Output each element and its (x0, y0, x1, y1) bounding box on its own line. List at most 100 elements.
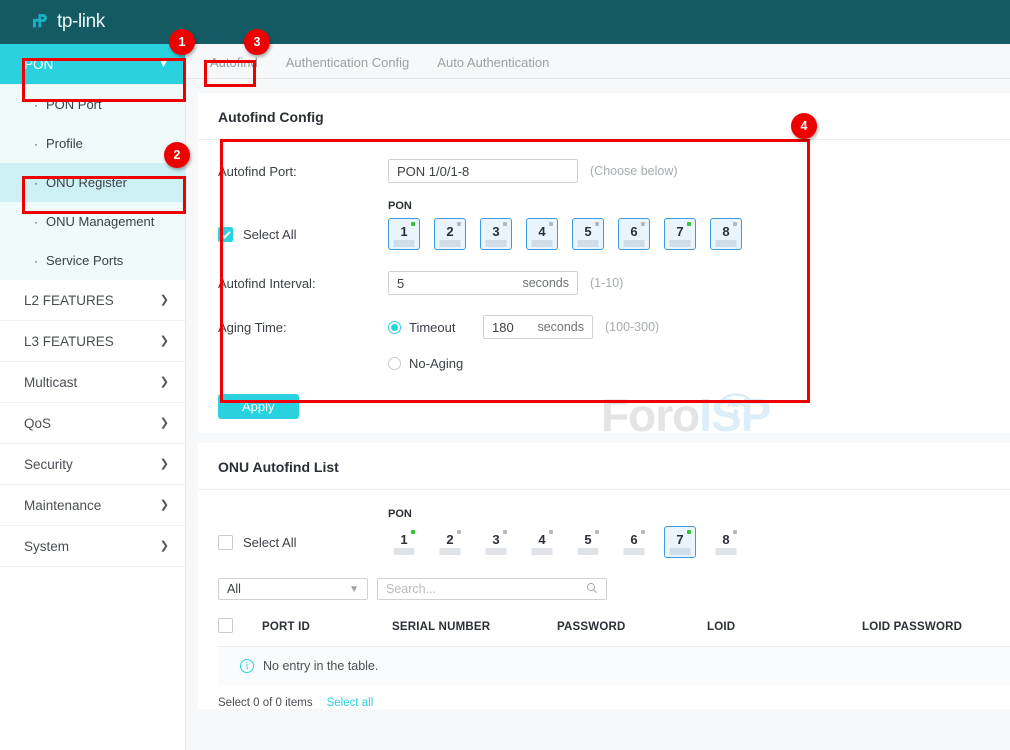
port-number: 5 (584, 224, 591, 239)
list-port-button-6[interactable]: 6 (618, 526, 650, 558)
port-button-7[interactable]: 7 (664, 218, 696, 250)
port-status-dot-icon (595, 222, 599, 226)
column-loid-password[interactable]: LOID PASSWORD (862, 608, 1010, 647)
sidebar-item-security[interactable]: Security ❯ (0, 444, 185, 485)
panel-title-autofind-config: Autofind Config (198, 93, 1010, 139)
port-status-dot-icon (503, 222, 507, 226)
port-number: 8 (722, 224, 729, 239)
list-port-button-4[interactable]: 4 (526, 526, 558, 558)
port-number: 6 (630, 532, 637, 547)
apply-button[interactable]: Apply (218, 394, 299, 419)
sidebar-item-multicast[interactable]: Multicast ❯ (0, 362, 185, 403)
port-button-2[interactable]: 2 (434, 218, 466, 250)
sidebar-item-maintenance[interactable]: Maintenance ❯ (0, 485, 185, 526)
chevron-right-icon: ❯ (160, 500, 169, 511)
column-loid[interactable]: LOID (707, 608, 862, 647)
config-select-all[interactable]: Select All (218, 227, 388, 250)
aging-timeout-unit: seconds (537, 320, 584, 334)
timeout-radio[interactable] (388, 321, 401, 334)
autofind-port-input[interactable]: PON 1/0/1-8 (388, 159, 578, 183)
list-select-all[interactable]: Select All (218, 535, 388, 558)
search-input[interactable]: Search... (377, 578, 607, 600)
sidebar-item-service-ports[interactable]: · Service Ports (0, 241, 185, 280)
port-button-8[interactable]: 8 (710, 218, 742, 250)
tab-auto-authentication[interactable]: Auto Authentication (423, 48, 563, 78)
port-button-3[interactable]: 3 (480, 218, 512, 250)
chevron-right-icon: ❯ (160, 418, 169, 429)
list-select-all-label: Select All (243, 535, 296, 550)
port-number: 6 (630, 224, 637, 239)
chevron-down-icon: ▼ (349, 584, 359, 595)
no-aging-label: No-Aging (409, 356, 463, 371)
list-port-button-5[interactable]: 5 (572, 526, 604, 558)
chevron-right-icon: ❯ (160, 295, 169, 306)
filter-select[interactable]: All ▼ (218, 578, 368, 600)
sidebar-item-profile[interactable]: · Profile (0, 124, 185, 163)
port-number: 4 (538, 532, 545, 547)
annotation-badge-3: 3 (244, 29, 270, 55)
selection-count: Select 0 of 0 items (218, 697, 313, 709)
list-port-button-2[interactable]: 2 (434, 526, 466, 558)
column-serial-number[interactable]: SERIAL NUMBER (392, 608, 557, 647)
list-port-selector: Select All PON 1 2 (198, 490, 1010, 558)
autofind-port-row: Autofind Port: PON 1/0/1-8 (Choose below… (218, 156, 1010, 186)
tplink-logo[interactable]: tp-link (30, 11, 105, 33)
no-aging-radio[interactable] (388, 357, 401, 370)
timeout-label: Timeout (409, 320, 455, 335)
pon-caption: PON (388, 508, 742, 520)
list-port-button-3[interactable]: 3 (480, 526, 512, 558)
list-select-all-checkbox[interactable] (218, 535, 233, 550)
sidebar-subitem-label: ONU Register (46, 175, 127, 190)
aging-timeout-input[interactable]: 180 seconds (483, 315, 593, 339)
port-status-dot-icon (687, 530, 691, 534)
sidebar-item-system[interactable]: System ❯ (0, 526, 185, 567)
select-all-checkbox[interactable] (218, 227, 233, 242)
panel-title-onu-autofind-list: ONU Autofind List (198, 443, 1010, 489)
sidebar-subitem-label: Service Ports (46, 253, 123, 268)
aging-timeout-hint: (100-300) (605, 320, 659, 334)
port-base-icon (624, 548, 645, 555)
sidebar-item-l2-features[interactable]: L2 FEATURES ❯ (0, 280, 185, 321)
port-button-5[interactable]: 5 (572, 218, 604, 250)
sidebar-group-label: L3 FEATURES (24, 334, 114, 349)
port-number: 2 (446, 224, 453, 239)
annotation-badge-4: 4 (791, 113, 817, 139)
sidebar-group-label: Multicast (24, 375, 77, 390)
port-button-1[interactable]: 1 (388, 218, 420, 250)
port-number: 1 (400, 224, 407, 239)
sidebar-item-qos[interactable]: QoS ❯ (0, 403, 185, 444)
list-port-button-8[interactable]: 8 (710, 526, 742, 558)
sidebar-item-onu-management[interactable]: · ONU Management (0, 202, 185, 241)
empty-message: No entry in the table. (263, 659, 378, 673)
column-port-id[interactable]: PORT ID (262, 608, 392, 647)
port-number: 8 (722, 532, 729, 547)
search-placeholder: Search... (386, 582, 436, 596)
select-all-link[interactable]: Select all (327, 697, 374, 709)
port-number: 3 (492, 532, 499, 547)
list-filter-row: All ▼ Search... (198, 568, 1010, 608)
aging-timeout-value: 180 (492, 320, 514, 335)
list-port-button-7[interactable]: 7 (664, 526, 696, 558)
sidebar-item-pon[interactable]: PON ▼ (0, 44, 185, 85)
autofind-interval-input[interactable]: 5 seconds (388, 271, 578, 295)
column-password[interactable]: PASSWORD (557, 608, 707, 647)
port-button-4[interactable]: 4 (526, 218, 558, 250)
port-status-dot-icon (641, 222, 645, 226)
list-port-button-1[interactable]: 1 (388, 526, 420, 558)
sidebar-subitems: · PON Port · Profile · ONU Register · ON… (0, 85, 185, 280)
tab-authentication-config[interactable]: Authentication Config (272, 48, 424, 78)
no-aging-radio-option[interactable]: No-Aging (388, 356, 463, 371)
tplink-logo-icon (30, 11, 52, 33)
autofind-port-hint: (Choose below) (590, 164, 678, 178)
sidebar-item-l3-features[interactable]: L3 FEATURES ❯ (0, 321, 185, 362)
timeout-radio-option[interactable]: Timeout (388, 320, 483, 335)
table-footer: Select 0 of 0 items Select all (218, 685, 1010, 709)
port-button-6[interactable]: 6 (618, 218, 650, 250)
sidebar-item-pon-port[interactable]: · PON Port (0, 85, 185, 124)
port-number: 5 (584, 532, 591, 547)
autofind-port-label: Autofind Port: (218, 164, 388, 179)
table-select-all-checkbox[interactable] (218, 618, 233, 633)
port-base-icon (394, 240, 415, 247)
onu-table: PORT ID SERIAL NUMBER PASSWORD LOID LOID… (218, 608, 1010, 685)
sidebar-item-onu-register[interactable]: · ONU Register (0, 163, 185, 202)
